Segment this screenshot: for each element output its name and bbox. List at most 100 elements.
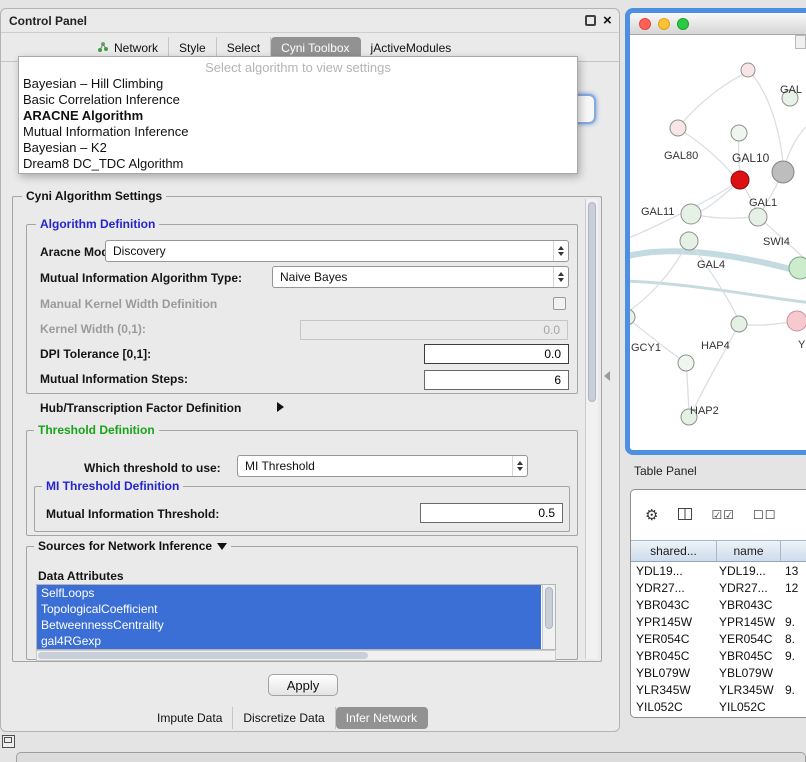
mi-steps-input[interactable]: 6 (424, 370, 569, 390)
aracne-mode-value: Discovery (106, 244, 553, 258)
algorithm-option[interactable]: Bayesian – K2 (19, 140, 577, 156)
attributes-horizontal-scrollbar[interactable] (36, 650, 556, 661)
network-node[interactable] (731, 125, 747, 141)
float-icon[interactable] (585, 15, 596, 26)
close-icon[interactable]: × (603, 13, 612, 28)
node-label-gal10: GAL10 (732, 151, 770, 165)
aracne-mode-select[interactable]: Discovery (105, 240, 569, 262)
table-row[interactable]: YPR145WYPR145W9. (631, 613, 806, 630)
attribute-list-item[interactable]: BetweennessCentrality (37, 617, 541, 633)
tab-impute-data[interactable]: Impute Data (147, 707, 233, 729)
stepper-icon (553, 241, 568, 261)
table-row[interactable]: YBR043CYBR043C (631, 596, 806, 613)
network-node[interactable] (741, 63, 755, 77)
attributes-vertical-scrollbar[interactable] (542, 585, 555, 649)
attributes-vscroll-thumb[interactable] (545, 587, 553, 629)
mi-steps-label: Mutual Information Steps: (40, 372, 188, 386)
minimize-traffic-light-icon[interactable] (658, 18, 670, 30)
mi-threshold-input[interactable]: 0.5 (420, 503, 563, 523)
expand-arrow-icon[interactable] (277, 402, 284, 412)
table-row[interactable]: YDR27...YDR27...12 (631, 579, 806, 596)
sources-group-title[interactable]: Sources for Network Inference (34, 539, 231, 553)
algorithm-option[interactable]: Mutual Information Inference (19, 124, 577, 140)
network-canvas[interactable]: GAL80 GAL10 GAL11 GAL1 SWI4 GAL4 GCY1 HA… (630, 35, 806, 450)
network-node[interactable] (678, 355, 694, 371)
table-cell: YER054C (631, 632, 717, 646)
table-cell: YLR345W (717, 683, 781, 697)
attribute-list-item[interactable]: TopologicalCoefficient (37, 601, 541, 617)
algorithm-option[interactable]: Dream8 DC_TDC Algorithm (19, 156, 577, 172)
attribute-list-item[interactable]: gal4RGexp (37, 633, 541, 649)
network-window-titlebar[interactable] (630, 13, 806, 35)
table-row[interactable]: YDL19...YDL19...13 (631, 562, 806, 579)
stepper-icon (553, 267, 568, 287)
table-cell: YPR145W (631, 615, 717, 629)
tab-label: Infer Network (346, 711, 417, 725)
algorithm-option-selected[interactable]: ARACNE Algorithm (19, 108, 577, 124)
network-node[interactable] (749, 208, 767, 226)
stepper-icon (512, 456, 527, 476)
table-row[interactable]: YIL052CYIL052C (631, 698, 806, 715)
algorithm-placeholder-option[interactable]: Select algorithm to view settings (19, 59, 577, 76)
column-header-clipped[interactable] (781, 541, 806, 561)
tab-infer-network[interactable]: Infer Network (336, 707, 428, 729)
network-node[interactable] (630, 309, 635, 325)
table-panel-window: ⚙ ☑☑ ☐☐ shared... name YDL19...YDL19...1… (630, 489, 806, 718)
select-all-icon[interactable]: ☑☑ (711, 508, 735, 522)
network-node[interactable] (787, 311, 806, 331)
settings-scrollbar[interactable] (585, 199, 598, 659)
column-header-name[interactable]: name (717, 541, 781, 561)
tab-discretize-data[interactable]: Discretize Data (233, 707, 335, 729)
zoom-traffic-light-icon[interactable] (677, 18, 689, 30)
gear-icon[interactable]: ⚙ (645, 506, 659, 524)
table-cell: YDL19... (631, 564, 717, 578)
apply-button[interactable]: Apply (268, 674, 338, 696)
table-body: YDL19...YDL19...13 YDR27...YDR27...12 YB… (631, 562, 806, 715)
columns-icon[interactable] (677, 506, 693, 525)
splitter-collapse-arrow[interactable] (604, 371, 610, 381)
table-row[interactable]: YBR045CYBR045C9. (631, 647, 806, 664)
network-graph[interactable]: GAL80 GAL10 GAL11 GAL1 SWI4 GAL4 GCY1 HA… (630, 35, 806, 449)
table-cell: YIL052C (717, 700, 781, 714)
settings-scrollbar-thumb[interactable] (588, 202, 596, 402)
which-threshold-label: Which threshold to use: (84, 461, 221, 475)
network-icon (97, 41, 109, 56)
canvas-scroll-arrow[interactable] (795, 35, 806, 49)
table-row[interactable]: YER054CYER054C8. (631, 630, 806, 647)
node-label-swi4: SWI4 (763, 236, 790, 248)
bottom-panel-edge (16, 752, 806, 762)
network-node-highlighted[interactable] (731, 171, 749, 189)
mi-algorithm-type-select[interactable]: Naive Bayes (272, 266, 569, 288)
attributes-hscroll-thumb[interactable] (38, 652, 368, 659)
table-cell: 9. (781, 615, 795, 629)
network-node[interactable] (681, 204, 701, 224)
table-cell: YIL052C (631, 700, 717, 714)
network-node[interactable] (680, 232, 698, 250)
table-cell: 9. (781, 649, 795, 663)
network-node[interactable] (789, 257, 806, 279)
attribute-list-item[interactable]: SelfLoops (37, 585, 541, 601)
network-node[interactable] (772, 161, 794, 183)
dpi-tolerance-input[interactable]: 0.0 (424, 344, 569, 364)
table-row[interactable]: YBL079WYBL079W (631, 664, 806, 681)
table-cell: YER054C (717, 632, 781, 646)
node-label-gcy1: GCY1 (631, 342, 661, 354)
select-none-icon[interactable]: ☐☐ (753, 508, 777, 522)
table-cell: YBR045C (631, 649, 717, 663)
tab-label: Impute Data (157, 711, 222, 725)
table-cell: YBL079W (631, 666, 717, 680)
hub-section-label[interactable]: Hub/Transcription Factor Definition (40, 401, 241, 415)
table-row[interactable]: YLR345WYLR345W9. (631, 681, 806, 698)
table-cell: 12 (781, 581, 798, 595)
column-header-shared[interactable]: shared... (631, 541, 717, 561)
close-traffic-light-icon[interactable] (639, 18, 651, 30)
algorithm-option[interactable]: Basic Correlation Inference (19, 92, 577, 108)
cyni-settings-group-title: Cyni Algorithm Settings (22, 189, 166, 203)
which-threshold-select[interactable]: MI Threshold (237, 455, 528, 477)
restore-panel-icon[interactable] (2, 735, 15, 748)
network-node[interactable] (670, 120, 686, 136)
tab-label: Style (179, 41, 206, 55)
data-attributes-label: Data Attributes (38, 569, 124, 583)
network-node[interactable] (731, 316, 747, 332)
algorithm-option[interactable]: Bayesian – Hill Climbing (19, 76, 577, 92)
